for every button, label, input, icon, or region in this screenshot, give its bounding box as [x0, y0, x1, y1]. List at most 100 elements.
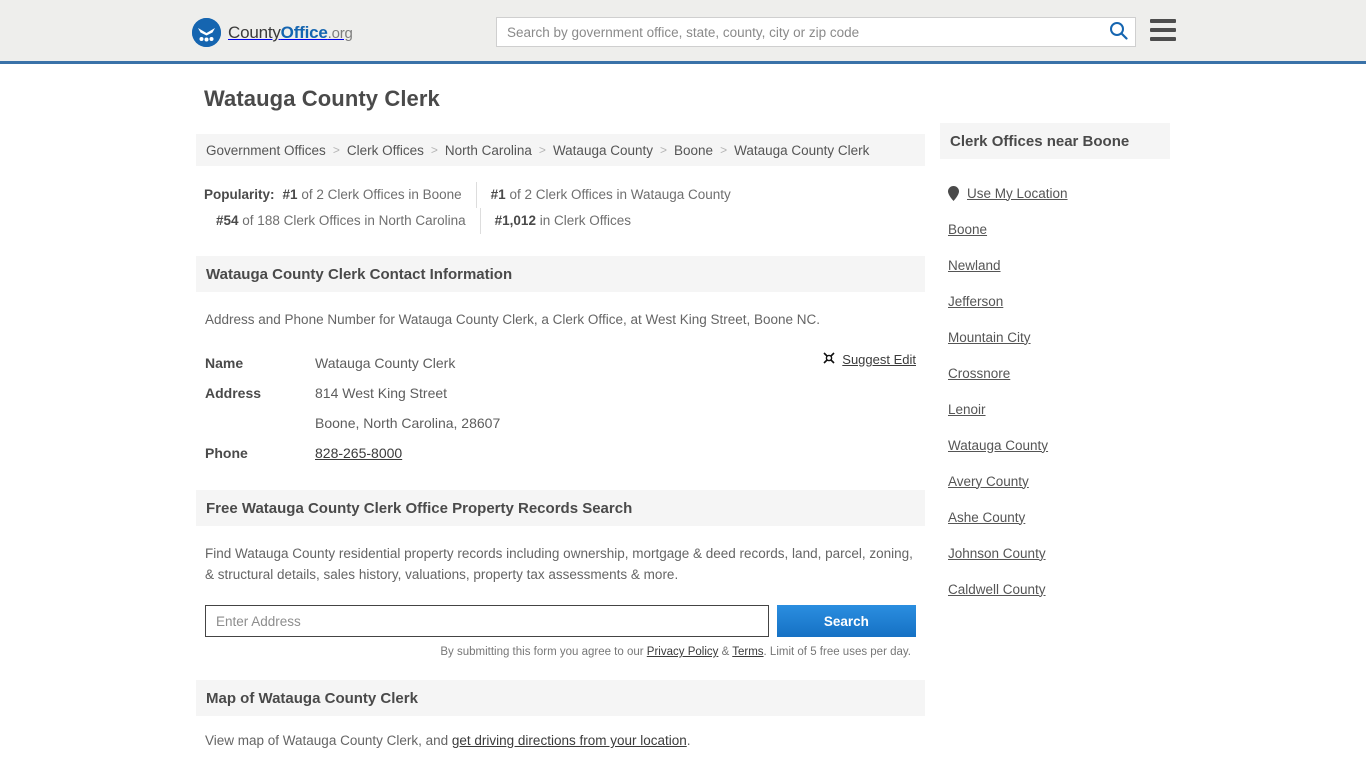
breadcrumb-item-clerk-offices[interactable]: Clerk Offices — [347, 143, 424, 158]
breadcrumb: Government Offices > Clerk Offices > Nor… — [196, 134, 925, 166]
sidebar-link-ashe-county[interactable]: Ashe County — [948, 510, 1025, 525]
sidebar-item-use-my-location[interactable]: Use My Location — [940, 175, 1170, 211]
suggest-edit-label: Suggest Edit — [842, 352, 916, 367]
sidebar-item-lenoir[interactable]: Lenoir — [940, 391, 1170, 427]
sidebar: Clerk Offices near Boone Use My Location… — [940, 123, 1170, 607]
sidebar-link-caldwell-county[interactable]: Caldwell County — [948, 582, 1046, 597]
sidebar-item-avery-county[interactable]: Avery County — [940, 463, 1170, 499]
fineprint-pre: By submitting this form you agree to our — [440, 646, 647, 658]
breadcrumb-item-watauga-county-clerk[interactable]: Watauga County Clerk — [734, 143, 869, 158]
popularity-cell-boone: Popularity: #1 of 2 Clerk Offices in Boon… — [204, 182, 477, 208]
search-icon — [1109, 21, 1128, 43]
search-input[interactable] — [497, 18, 1101, 46]
logo-text-county: County — [228, 23, 281, 42]
popularity-rank-watauga-county: #1 — [490, 187, 506, 202]
map-section-heading: Map of Watauga County Clerk — [196, 680, 925, 716]
sidebar-link-johnson-county[interactable]: Johnson County — [948, 546, 1046, 561]
breadcrumb-item-boone[interactable]: Boone — [674, 143, 713, 158]
contact-row-phone: Phone 828-265-8000 — [205, 438, 916, 468]
contact-value-phone: 828-265-8000 — [315, 438, 402, 468]
popularity-row-2: #54 of 188 Clerk Offices in North Caroli… — [204, 208, 917, 234]
hamburger-bar-1 — [1150, 19, 1176, 23]
popularity-rank-north-carolina: #54 — [216, 213, 239, 228]
edit-pencil-icon — [822, 351, 836, 368]
sidebar-heading: Clerk Offices near Boone — [940, 123, 1170, 159]
terms-link[interactable]: Terms — [732, 646, 763, 658]
breadcrumb-separator: > — [332, 143, 340, 157]
driving-directions-link[interactable]: get driving directions from your locatio… — [452, 733, 687, 748]
site-logo-text: CountyOffice.org — [228, 24, 353, 41]
search-button[interactable] — [1101, 18, 1135, 46]
contact-key-name: Name — [205, 355, 244, 371]
sidebar-link-lenoir[interactable]: Lenoir — [948, 402, 986, 417]
contact-section-heading: Watauga County Clerk Contact Information — [196, 256, 925, 292]
use-my-location-link[interactable]: Use My Location — [967, 186, 1068, 201]
sidebar-item-boone[interactable]: Boone — [940, 211, 1170, 247]
site-logo[interactable]: CountyOffice.org — [192, 18, 353, 47]
sidebar-link-crossnore[interactable]: Crossnore — [948, 366, 1010, 381]
breadcrumb-separator: > — [720, 143, 728, 157]
popularity-text-north-carolina: of 188 Clerk Offices in North Carolina — [242, 213, 466, 228]
breadcrumb-item-north-carolina[interactable]: North Carolina — [445, 143, 532, 158]
sidebar-item-johnson-county[interactable]: Johnson County — [940, 535, 1170, 571]
logo-text-office: Office — [280, 23, 328, 42]
sidebar-item-caldwell-county[interactable]: Caldwell County — [940, 571, 1170, 607]
popularity-text-watauga-county: of 2 Clerk Offices in Watauga County — [509, 187, 731, 202]
contact-section-body: Address and Phone Number for Watauga Cou… — [196, 309, 925, 468]
contact-key-address: Address — [205, 385, 262, 401]
records-section-body: Find Watauga County residential property… — [196, 543, 925, 658]
contact-row-address-line2: Boone, North Carolina, 28607 — [205, 408, 916, 438]
map-section-intro: View map of Watauga County Clerk, and ge… — [205, 733, 916, 748]
sidebar-link-jefferson[interactable]: Jefferson — [948, 294, 1003, 309]
main-content-column: Watauga County Clerk Government Offices … — [196, 86, 925, 762]
privacy-policy-link[interactable]: Privacy Policy — [647, 646, 719, 658]
breadcrumb-item-watauga-county[interactable]: Watauga County — [553, 143, 653, 158]
sidebar-link-avery-county[interactable]: Avery County — [948, 474, 1029, 489]
sidebar-link-mountain-city[interactable]: Mountain City — [948, 330, 1031, 345]
suggest-edit-button[interactable]: Suggest Edit — [822, 351, 916, 368]
sidebar-item-jefferson[interactable]: Jefferson — [940, 283, 1170, 319]
hamburger-bar-3 — [1150, 37, 1176, 41]
breadcrumb-separator: > — [430, 143, 438, 157]
popularity-rank-boone: #1 — [282, 187, 298, 202]
contact-key-phone: Phone — [205, 445, 248, 461]
popularity-text-national: in Clerk Offices — [539, 213, 631, 228]
form-fineprint: By submitting this form you agree to our… — [205, 646, 916, 658]
sidebar-link-newland[interactable]: Newland — [948, 258, 1001, 273]
sidebar-link-watauga-county[interactable]: Watauga County — [948, 438, 1048, 453]
breadcrumb-separator: > — [538, 143, 546, 157]
records-section-heading: Free Watauga County Clerk Office Propert… — [196, 490, 925, 526]
popularity-label: Popularity: — [204, 187, 275, 202]
records-search-button[interactable]: Search — [776, 605, 916, 637]
hamburger-menu-icon[interactable] — [1150, 19, 1176, 41]
sidebar-item-newland[interactable]: Newland — [940, 247, 1170, 283]
map-intro-post: . — [686, 733, 691, 748]
popularity-text-boone: of 2 Clerk Offices in Boone — [301, 187, 462, 202]
sidebar-item-crossnore[interactable]: Crossnore — [940, 355, 1170, 391]
map-intro-pre: View map of Watauga County Clerk, and — [205, 733, 452, 748]
logo-text-org: .org — [327, 25, 353, 42]
header-search-bar[interactable] — [496, 17, 1136, 47]
sidebar-link-boone[interactable]: Boone — [948, 222, 987, 237]
property-records-search-form: Search — [205, 605, 916, 637]
eagle-stars-emblem-icon — [192, 18, 221, 47]
fineprint-post: . Limit of 5 free uses per day. — [763, 646, 911, 658]
hamburger-bar-2 — [1150, 28, 1176, 32]
address-input[interactable] — [205, 605, 769, 637]
popularity-cell-national: #1,012 in Clerk Offices — [481, 208, 631, 234]
popularity-stats: Popularity: #1 of 2 Clerk Offices in Boon… — [196, 182, 925, 234]
sidebar-item-mountain-city[interactable]: Mountain City — [940, 319, 1170, 355]
popularity-cell-north-carolina: #54 of 188 Clerk Offices in North Caroli… — [216, 208, 481, 234]
sidebar-nearby-list: Use My Location Boone Newland Jefferson … — [940, 175, 1170, 607]
sidebar-item-ashe-county[interactable]: Ashe County — [940, 499, 1170, 535]
map-section-body: View map of Watauga County Clerk, and ge… — [196, 733, 925, 748]
site-header: CountyOffice.org — [0, 0, 1366, 64]
fineprint-mid: & — [718, 646, 733, 658]
map-pin-icon — [948, 185, 959, 201]
contact-value-address-line2: Boone, North Carolina, 28607 — [315, 415, 501, 431]
breadcrumb-item-government-offices[interactable]: Government Offices — [206, 143, 326, 158]
phone-link[interactable]: 828-265-8000 — [315, 445, 402, 461]
records-section-intro: Find Watauga County residential property… — [205, 546, 913, 582]
sidebar-item-watauga-county[interactable]: Watauga County — [940, 427, 1170, 463]
popularity-cell-watauga-county: #1 of 2 Clerk Offices in Watauga County — [477, 182, 731, 208]
